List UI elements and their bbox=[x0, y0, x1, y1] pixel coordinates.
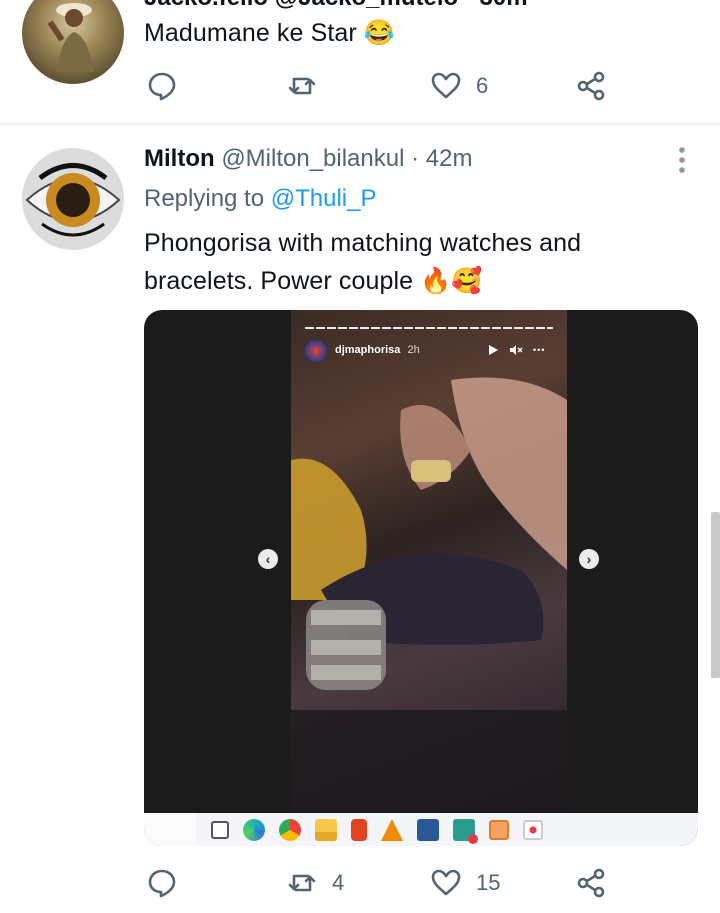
office-icon[interactable] bbox=[351, 818, 367, 841]
story-progress-bar bbox=[305, 327, 553, 329]
avatar-milton[interactable] bbox=[22, 148, 124, 250]
edge-icon[interactable] bbox=[243, 818, 265, 841]
retweet-icon bbox=[288, 874, 316, 892]
tweet-divider bbox=[0, 123, 720, 125]
replying-prefix: Replying to bbox=[144, 185, 265, 212]
share-icon bbox=[577, 868, 605, 898]
file-explorer-icon[interactable] bbox=[315, 818, 337, 841]
replying-to: Replying to @Thuli_P bbox=[144, 183, 377, 215]
heart-icon bbox=[431, 72, 461, 99]
story-username[interactable]: djmaphorisa bbox=[335, 344, 400, 356]
story-time: 2h bbox=[407, 344, 420, 356]
timestamp[interactable]: 42m bbox=[426, 145, 473, 172]
time-separator: · bbox=[411, 145, 420, 172]
story-video-frame[interactable]: djmaphorisa 2h ••• bbox=[291, 310, 567, 813]
joy-emoji: 😂 bbox=[363, 19, 396, 47]
tweet2-text-line1: Phongorisa with matching watches and bbox=[144, 229, 582, 257]
tweet1-like-count: 6 bbox=[476, 73, 489, 98]
reply-icon bbox=[148, 72, 176, 101]
page-scrollbar[interactable] bbox=[711, 512, 720, 678]
tweet2-retweet-count: 4 bbox=[332, 870, 345, 895]
eye-logo-icon bbox=[22, 148, 124, 250]
handle[interactable]: @Milton_bilankul bbox=[221, 145, 404, 172]
story-avatar[interactable] bbox=[305, 340, 327, 362]
tweet1-text: Madumane ke Star 😂 bbox=[144, 14, 395, 52]
story-user[interactable]: djmaphorisa 2h bbox=[335, 344, 420, 356]
reply-icon bbox=[148, 869, 176, 898]
tweet1-reply-button[interactable] bbox=[146, 70, 178, 102]
photos-icon[interactable] bbox=[453, 818, 478, 844]
media-player-icon[interactable] bbox=[489, 819, 509, 840]
share-icon bbox=[577, 71, 605, 101]
display-name[interactable]: Milton bbox=[144, 145, 215, 172]
windows-taskbar bbox=[144, 813, 698, 846]
more-vertical-icon bbox=[679, 147, 685, 173]
avatar-jacko[interactable] bbox=[22, 0, 124, 84]
task-view-icon[interactable] bbox=[211, 820, 229, 839]
tweet2-header: Milton @Milton_bilankul · 42m bbox=[144, 144, 472, 174]
story-controls: ••• bbox=[487, 344, 545, 356]
tweet2-text-line2: bracelets. Power couple bbox=[144, 267, 414, 295]
story-next-button[interactable]: › bbox=[579, 549, 599, 569]
replying-handle-link[interactable]: @Thuli_P bbox=[271, 185, 377, 212]
fire-hearts-emojis: 🔥🥰 bbox=[420, 267, 483, 295]
vlc-icon[interactable] bbox=[381, 818, 403, 841]
word-icon[interactable] bbox=[417, 818, 439, 841]
more-options-button[interactable] bbox=[672, 146, 692, 174]
story-prev-button[interactable]: ‹ bbox=[258, 549, 278, 569]
tweet2-like-count: 15 bbox=[476, 870, 501, 895]
tweet2-media[interactable]: djmaphorisa 2h ••• ‹ › bbox=[144, 310, 698, 846]
play-icon[interactable] bbox=[487, 344, 499, 356]
mute-icon[interactable] bbox=[509, 344, 523, 356]
snip-icon[interactable] bbox=[523, 819, 543, 840]
story-image-content bbox=[291, 377, 567, 813]
story-more-icon[interactable]: ••• bbox=[533, 345, 545, 355]
tweet1-share-button[interactable] bbox=[575, 70, 607, 102]
tweet2-reply-button[interactable] bbox=[146, 867, 178, 899]
tweet2-text: Phongorisa with matching watches and bra… bbox=[144, 224, 581, 300]
person-silhouette-icon bbox=[47, 3, 94, 72]
tweet2-retweet-button[interactable]: 4 bbox=[286, 867, 344, 899]
tweet1-cut-header: Jacko.fello @Jacko_mutelo · 30m bbox=[144, 0, 528, 12]
chrome-icon[interactable] bbox=[279, 818, 301, 841]
tweet2-share-button[interactable] bbox=[575, 867, 607, 899]
tweet1-retweet-button[interactable] bbox=[286, 70, 318, 102]
tweet2-like-button[interactable]: 15 bbox=[430, 867, 500, 899]
retweet-icon bbox=[288, 77, 316, 95]
heart-icon bbox=[431, 869, 461, 896]
tweet1-text-body: Madumane ke Star bbox=[144, 19, 357, 47]
tweet1-like-button[interactable]: 6 bbox=[430, 70, 488, 102]
